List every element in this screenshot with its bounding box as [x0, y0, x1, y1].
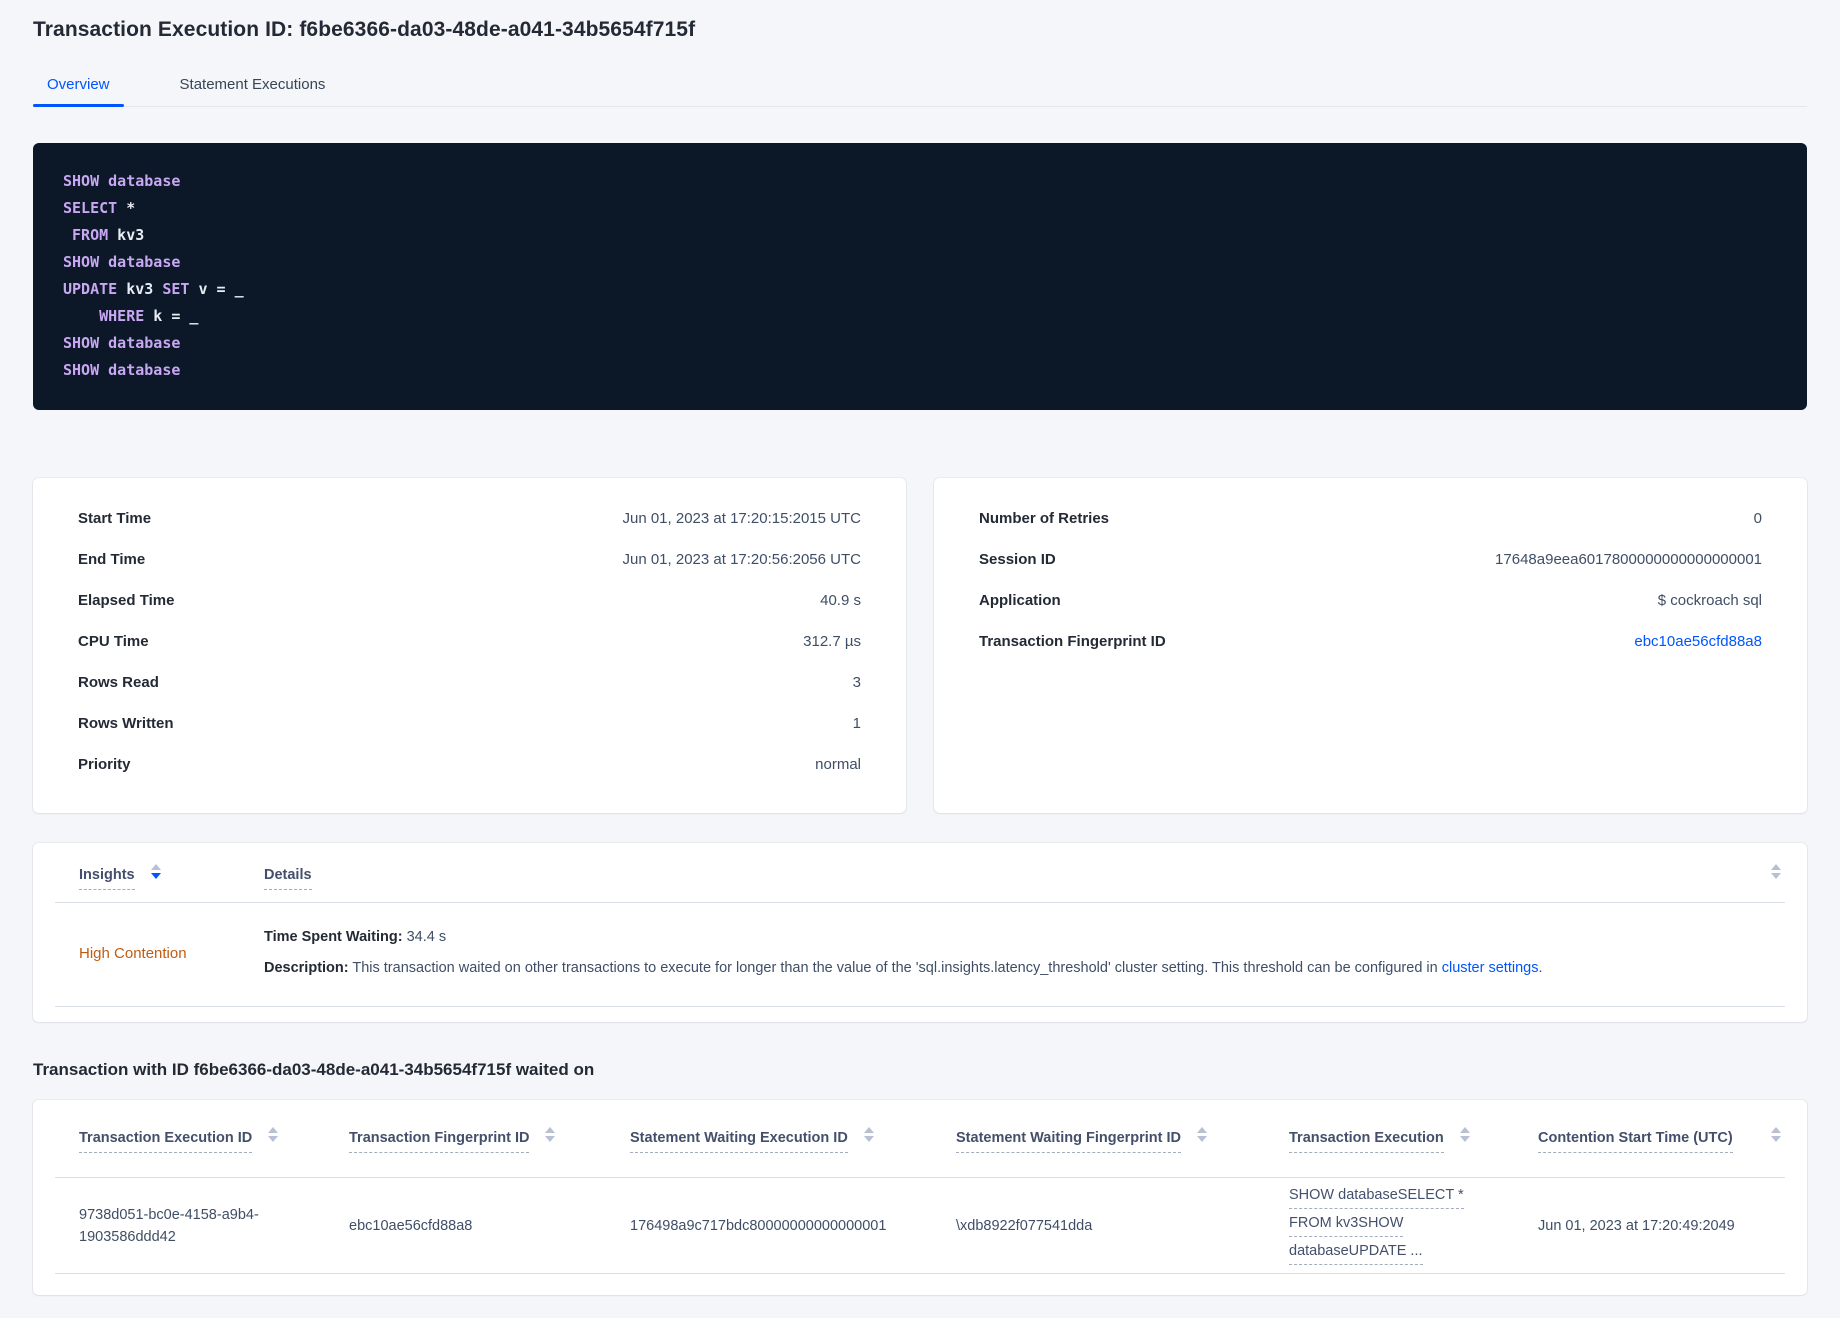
time-spent-waiting: Time Spent Waiting: 34.4 s: [264, 927, 1785, 948]
details-column-header[interactable]: Details: [264, 867, 312, 890]
time-spent-waiting-label: Time Spent Waiting:: [264, 929, 403, 945]
cell-transaction-execution[interactable]: SHOW databaseSELECT * FROM kv3SHOW databas…: [1265, 1184, 1514, 1268]
sort-icon[interactable]: [150, 864, 161, 879]
stat-value: 17648a9eea6017800000000000000001: [1495, 551, 1762, 568]
sort-icon[interactable]: [268, 1127, 279, 1142]
waited-on-table: Transaction Execution ID Transaction Fing…: [33, 1100, 1807, 1295]
cluster-settings-link[interactable]: cluster settings: [1442, 960, 1539, 976]
stat-label: Session ID: [979, 551, 1056, 568]
stat-label: Number of Retries: [979, 510, 1110, 527]
sort-icon[interactable]: [1771, 864, 1781, 879]
stat-label: Transaction Fingerprint ID: [979, 633, 1166, 650]
waited-on-table-header: Transaction Execution ID Transaction Fing…: [55, 1100, 1785, 1178]
stat-label: CPU Time: [78, 633, 149, 650]
sql-line: WHERE k = _: [63, 307, 199, 325]
sort-icon[interactable]: [1771, 1127, 1781, 1142]
sql-line: SHOW database: [63, 253, 181, 271]
stat-row: Elapsed Time 40.9 s: [78, 580, 861, 621]
stat-row: End Time Jun 01, 2023 at 17:20:56:2056 UT…: [78, 539, 861, 580]
waited-on-heading: Transaction with ID f6be6366-da03-48de-a…: [33, 1060, 595, 1079]
stat-value: 0: [1753, 510, 1762, 527]
insight-description: Description: This transaction waited on …: [264, 958, 1785, 979]
stat-row: Number of Retries 0: [979, 498, 1762, 539]
insight-row: High Contention Time Spent Waiting: 34.4…: [55, 903, 1785, 1007]
insights-table-header: Insights Details: [55, 843, 1785, 903]
stat-label: End Time: [78, 551, 146, 568]
transaction-execution-statement-line[interactable]: FROM kv3SHOW: [1289, 1212, 1404, 1237]
cell-transaction-fingerprint-id: ebc10ae56cfd88a8: [349, 1217, 473, 1234]
sql-line: SHOW database: [63, 361, 181, 379]
stat-value: 3: [852, 674, 861, 691]
column-header[interactable]: Contention Start Time (UTC): [1538, 1130, 1733, 1153]
sort-icon[interactable]: [545, 1127, 556, 1142]
stat-row: Transaction Fingerprint ID ebc10ae56cfd88…: [979, 621, 1762, 662]
stat-row: CPU Time 312.7 µs: [78, 621, 861, 662]
description-suffix: .: [1538, 960, 1543, 976]
transaction-summary-card: Start Time Jun 01, 2023 at 17:20:15:2015 …: [33, 478, 906, 813]
tab-overview[interactable]: Overview: [33, 66, 124, 107]
column-header[interactable]: Statement Waiting Execution ID: [630, 1130, 848, 1153]
stat-label: Start Time: [78, 510, 152, 527]
stat-row: Application $ cockroach sql: [979, 580, 1762, 621]
transaction-execution-statement-line[interactable]: databaseUPDATE ...: [1289, 1240, 1423, 1265]
stat-row: Session ID 17648a9eea60178000000000000000…: [979, 539, 1762, 580]
stat-row: Priority normal: [78, 744, 861, 785]
cell-statement-waiting-execution-id: 176498a9c717bdc80000000000000001: [630, 1217, 887, 1234]
stat-value: 312.7 µs: [803, 633, 861, 650]
stat-label: Rows Written: [78, 715, 174, 732]
stats-cards-row: Start Time Jun 01, 2023 at 17:20:15:2015 …: [33, 478, 1807, 813]
stat-value: Jun 01, 2023 at 17:20:56:2056 UTC: [622, 551, 861, 568]
stat-label: Application: [979, 592, 1061, 609]
stat-value: 1: [852, 715, 861, 732]
transaction-meta-card: Number of Retries 0 Session ID 17648a9eea60…: [934, 478, 1807, 813]
transaction-fingerprint-id-link[interactable]: ebc10ae56cfd88a8: [1634, 633, 1762, 650]
insights-table: Insights Details High Contention Time Sp…: [33, 843, 1807, 1022]
insights-column-header[interactable]: Insights: [79, 867, 135, 890]
sort-icon[interactable]: [863, 1127, 874, 1142]
description-text: This transaction waited on other transac…: [348, 960, 1442, 976]
stat-value: Jun 01, 2023 at 17:20:15:2015 UTC: [622, 510, 861, 527]
sql-line: FROM kv3: [63, 226, 145, 244]
column-header[interactable]: Transaction Execution ID: [79, 1130, 253, 1153]
sql-line: SELECT *: [63, 199, 136, 217]
description-label: Description:: [264, 960, 349, 976]
insight-badge-high-contention: High Contention: [79, 944, 187, 962]
waited-on-table-row: 9738d051-bc0e-4158-a9b4-1903586ddd42 ebc…: [55, 1178, 1785, 1274]
stat-row: Rows Read 3: [78, 662, 861, 703]
sql-line: UPDATE kv3 SET v = _: [63, 280, 244, 298]
transaction-details-page: Transaction Execution ID: f6be6366-da03-…: [0, 0, 1840, 1295]
stat-value: normal: [815, 756, 861, 773]
stat-label: Priority: [78, 756, 131, 773]
stat-label: Rows Read: [78, 674, 159, 691]
cell-transaction-execution-id: 9738d051-bc0e-4158-a9b4-1903586ddd42: [79, 1206, 259, 1245]
transaction-execution-statement-line[interactable]: SHOW databaseSELECT *: [1289, 1184, 1464, 1209]
sql-line: SHOW database: [63, 172, 181, 190]
stat-label: Elapsed Time: [78, 592, 175, 609]
column-header[interactable]: Transaction Execution: [1289, 1130, 1444, 1153]
sql-statements-box: SHOW database SELECT * FROM kv3 SHOW datab…: [33, 143, 1807, 410]
tab-statement-executions[interactable]: Statement Executions: [166, 66, 340, 106]
stat-row: Start Time Jun 01, 2023 at 17:20:15:2015 …: [78, 498, 861, 539]
sort-icon[interactable]: [1197, 1127, 1208, 1142]
time-spent-waiting-value: 34.4 s: [402, 929, 447, 945]
sort-icon[interactable]: [1459, 1127, 1470, 1142]
cell-statement-waiting-fingerprint-id: \xdb8922f077541dda: [956, 1217, 1093, 1234]
column-header[interactable]: Statement Waiting Fingerprint ID: [956, 1130, 1182, 1153]
sql-line: SHOW database: [63, 334, 181, 352]
stat-value: $ cockroach sql: [1657, 592, 1762, 609]
column-header[interactable]: Transaction Fingerprint ID: [349, 1130, 530, 1153]
tab-bar: Overview Statement Executions: [33, 66, 1807, 107]
stat-value: 40.9 s: [820, 592, 861, 609]
stat-row: Rows Written 1: [78, 703, 861, 744]
cell-contention-start-time: Jun 01, 2023 at 17:20:49:2049: [1538, 1217, 1735, 1234]
page-title: Transaction Execution ID: f6be6366-da03-…: [33, 18, 696, 41]
